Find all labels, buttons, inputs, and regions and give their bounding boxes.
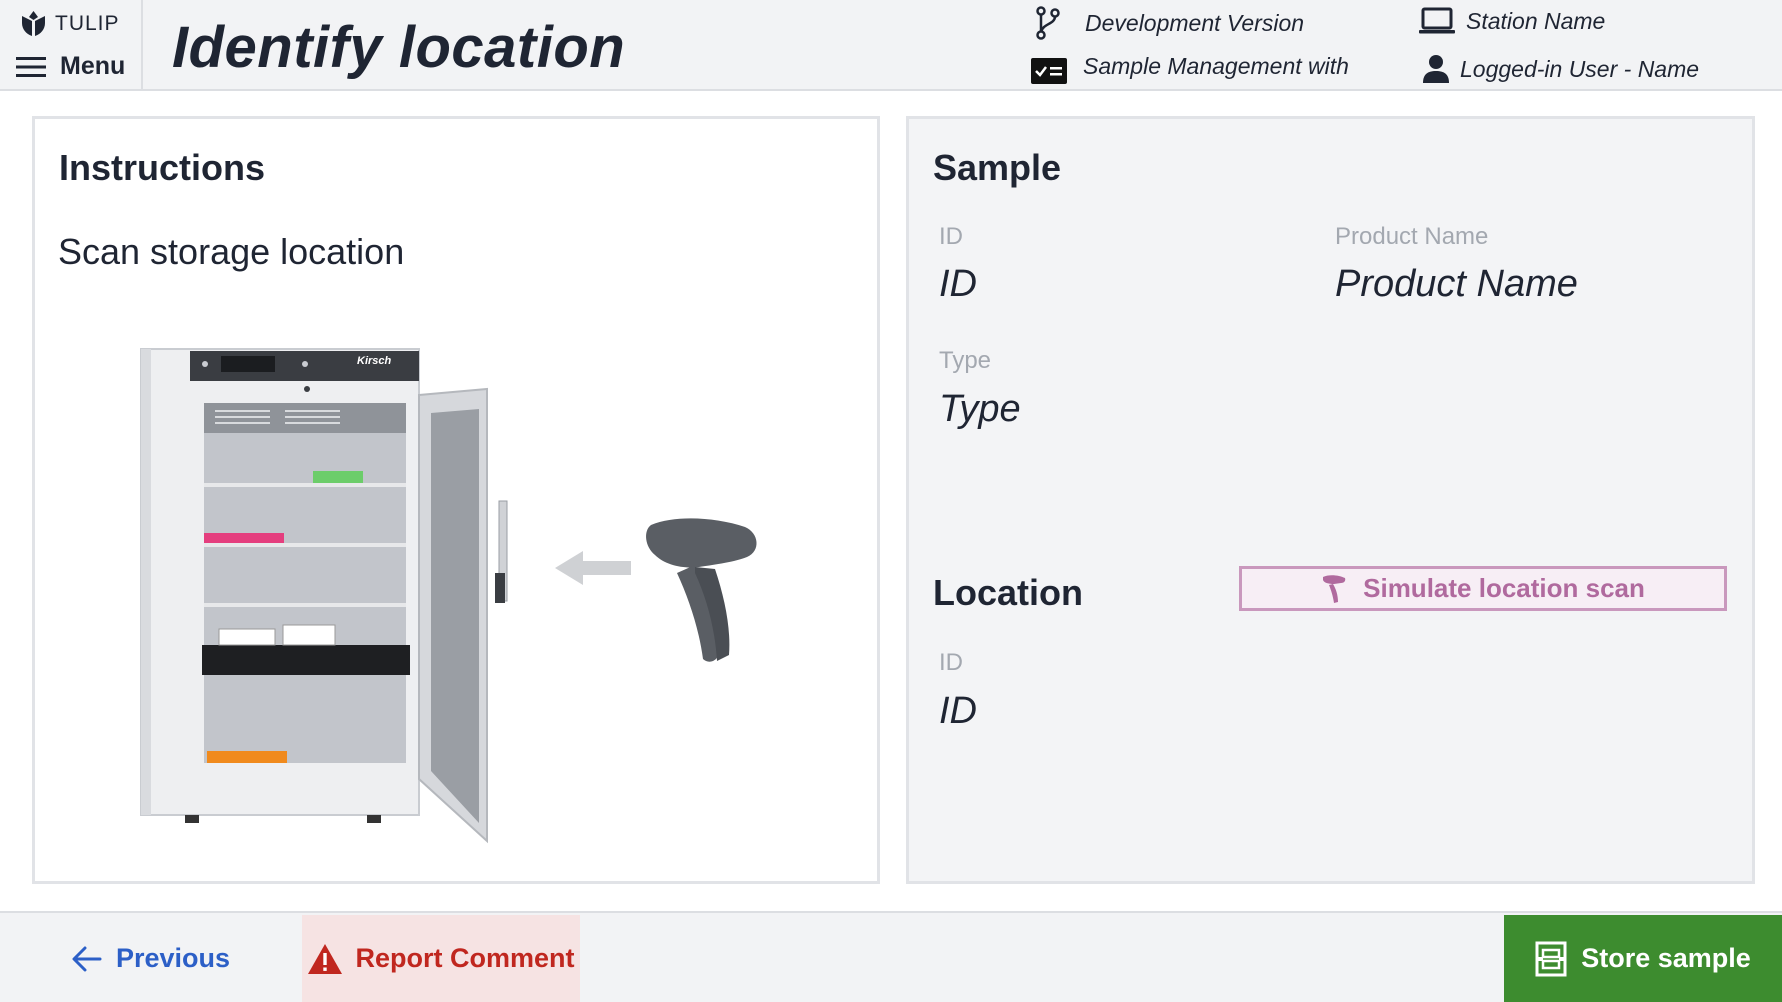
branch-icon (1033, 6, 1063, 40)
hamburger-icon (16, 56, 46, 77)
station-info: Station Name (1418, 6, 1605, 36)
warning-icon (308, 943, 343, 974)
location-id-value: ID (939, 690, 977, 732)
checklist-icon (1031, 58, 1067, 84)
previous-label: Previous (115, 943, 231, 973)
location-heading: Location (933, 572, 1083, 613)
location-id-label: ID (939, 649, 963, 676)
menu-label: Menu (60, 52, 126, 80)
brand-logo: TULIP (20, 10, 120, 37)
simulate-location-scan-button[interactable]: Simulate location scan (1239, 566, 1727, 611)
type-value: Type (939, 388, 1021, 430)
user-info: Logged-in User - Name (1422, 54, 1699, 84)
version-label: Development Version (1085, 9, 1305, 36)
arrow-left-icon (72, 946, 102, 971)
brand-area: TULIP Menu (0, 0, 143, 91)
sample-heading: Sample (933, 147, 1062, 188)
fridge-image: Kirsch (140, 348, 508, 844)
scan-fridge-illustration: Kirsch (140, 348, 757, 844)
store-sample-button[interactable]: Store sample (1504, 915, 1782, 1002)
sample-id-value: ID (939, 263, 977, 305)
instructions-panel: Instructions Scan storage location Kirsc… (32, 116, 880, 884)
fridge-brand: Kirsch (357, 355, 392, 367)
instruction-text: Scan storage location (58, 231, 405, 272)
app-name-label: Sample Management with (1083, 53, 1349, 79)
sample-panel: Sample ID ID Product Name Product Name T… (906, 116, 1755, 884)
version-info: Development Version (1033, 6, 1304, 40)
tulip-logo-icon (22, 11, 45, 36)
laptop-icon (1418, 6, 1456, 36)
report-comment-label: Report Comment (355, 943, 575, 973)
storage-icon (1535, 941, 1567, 976)
simulate-location-scan-label: Simulate location scan (1363, 573, 1645, 603)
app-info: Sample Management with (1031, 50, 1349, 86)
user-icon (1422, 54, 1450, 84)
barcode-scanner-graphic (646, 518, 757, 662)
product-name-label: Product Name (1335, 223, 1489, 250)
footer-bar: Previous Report Comment Store sample (0, 911, 1782, 1002)
barcode-scanner-icon (1323, 574, 1346, 603)
arrow-left-graphic (555, 551, 631, 585)
product-name-value: Product Name (1335, 263, 1578, 305)
header-bar: TULIP Menu Identify location Development… (0, 0, 1782, 91)
sample-id-label: ID (939, 223, 963, 250)
station-label: Station Name (1466, 7, 1606, 34)
report-comment-button[interactable]: Report Comment (302, 915, 580, 1002)
type-label: Type (939, 347, 992, 374)
instructions-heading: Instructions (59, 147, 266, 188)
page-title: Identify location (172, 15, 626, 80)
previous-button[interactable]: Previous (0, 915, 302, 1002)
brand-name: TULIP (55, 11, 120, 35)
store-sample-label: Store sample (1581, 943, 1751, 973)
menu-button[interactable]: Menu (16, 52, 125, 81)
user-label: Logged-in User - Name (1460, 55, 1700, 82)
